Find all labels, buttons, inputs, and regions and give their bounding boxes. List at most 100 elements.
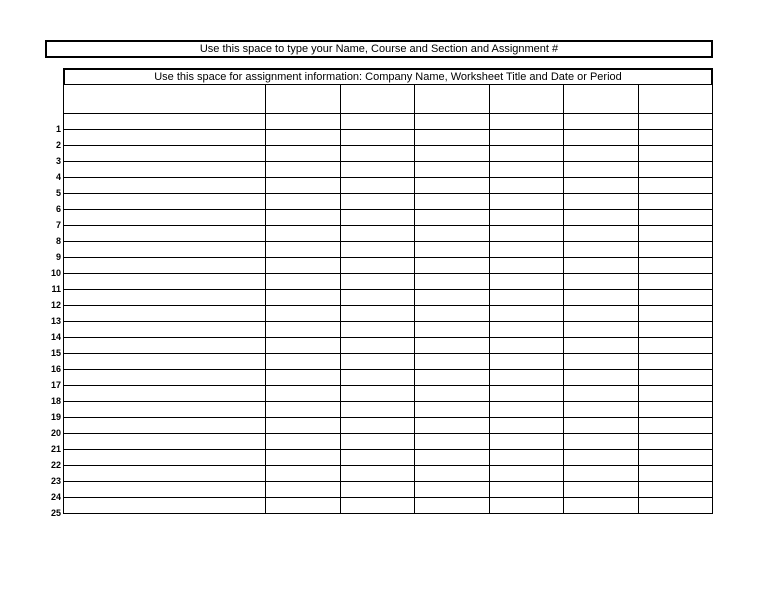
grid-cell[interactable] [489, 466, 563, 482]
grid-cell[interactable] [415, 226, 489, 242]
grid-cell[interactable] [340, 418, 414, 434]
grid-cell[interactable] [340, 242, 414, 258]
grid-cell[interactable] [489, 258, 563, 274]
grid-cell[interactable] [340, 162, 414, 178]
grid-cell[interactable] [638, 242, 712, 258]
grid-cell[interactable] [489, 386, 563, 402]
grid-cell[interactable] [638, 210, 712, 226]
grid-cell[interactable] [489, 242, 563, 258]
grid-cell[interactable] [340, 130, 414, 146]
grid-cell[interactable] [415, 162, 489, 178]
grid-cell[interactable] [266, 146, 340, 162]
grid-cell[interactable] [415, 354, 489, 370]
grid-cell[interactable] [266, 370, 340, 386]
grid-cell[interactable] [489, 146, 563, 162]
grid-cell[interactable] [638, 274, 712, 290]
grid-cell[interactable]: 6 [64, 194, 266, 210]
grid-cell[interactable] [266, 226, 340, 242]
grid-cell[interactable] [340, 178, 414, 194]
grid-cell[interactable] [266, 194, 340, 210]
grid-cell[interactable] [415, 370, 489, 386]
grid-cell[interactable]: 22 [64, 450, 266, 466]
grid-cell[interactable] [266, 418, 340, 434]
grid-cell[interactable] [415, 466, 489, 482]
assignment-info-header[interactable]: Use this space for assignment informatio… [63, 68, 713, 84]
grid-cell[interactable]: 18 [64, 386, 266, 402]
grid-cell[interactable] [638, 306, 712, 322]
grid-cell[interactable] [266, 434, 340, 450]
grid-cell[interactable] [489, 482, 563, 498]
grid-cell[interactable] [489, 306, 563, 322]
grid-cell[interactable]: 11 [64, 274, 266, 290]
grid-cell[interactable]: 9 [64, 242, 266, 258]
grid-cell[interactable] [564, 162, 638, 178]
column-header-cell[interactable] [266, 85, 340, 114]
grid-cell[interactable] [340, 482, 414, 498]
grid-cell[interactable] [415, 194, 489, 210]
grid-cell[interactable] [638, 146, 712, 162]
grid-cell[interactable] [564, 466, 638, 482]
grid-cell[interactable] [489, 210, 563, 226]
grid-cell[interactable] [489, 178, 563, 194]
grid-cell[interactable] [266, 162, 340, 178]
grid-cell[interactable] [638, 162, 712, 178]
grid-cell[interactable] [415, 434, 489, 450]
grid-cell[interactable] [638, 466, 712, 482]
grid-cell[interactable] [638, 498, 712, 514]
grid-cell[interactable] [266, 242, 340, 258]
grid-cell[interactable] [638, 354, 712, 370]
grid-cell[interactable] [415, 306, 489, 322]
grid-cell[interactable] [415, 290, 489, 306]
grid-cell[interactable] [266, 466, 340, 482]
grid-cell[interactable] [564, 322, 638, 338]
grid-cell[interactable] [266, 130, 340, 146]
grid-cell[interactable] [564, 130, 638, 146]
grid-cell[interactable] [266, 338, 340, 354]
grid-cell[interactable] [638, 482, 712, 498]
grid-cell[interactable] [266, 482, 340, 498]
grid-cell[interactable] [489, 354, 563, 370]
grid-cell[interactable] [564, 114, 638, 130]
grid-cell[interactable] [638, 402, 712, 418]
grid-cell[interactable] [266, 258, 340, 274]
grid-cell[interactable] [489, 402, 563, 418]
grid-cell[interactable] [415, 402, 489, 418]
grid-cell[interactable] [266, 178, 340, 194]
grid-cell[interactable] [564, 226, 638, 242]
grid-cell[interactable] [564, 258, 638, 274]
grid-cell[interactable] [638, 434, 712, 450]
grid-cell[interactable] [340, 258, 414, 274]
grid-cell[interactable]: 17 [64, 370, 266, 386]
grid-cell[interactable] [564, 338, 638, 354]
grid-cell[interactable]: 23 [64, 466, 266, 482]
grid-cell[interactable]: 25 [64, 498, 266, 514]
grid-cell[interactable] [266, 386, 340, 402]
grid-cell[interactable]: 15 [64, 338, 266, 354]
grid-cell[interactable] [340, 354, 414, 370]
grid-cell[interactable] [638, 130, 712, 146]
grid-cell[interactable] [638, 114, 712, 130]
grid-cell[interactable] [415, 242, 489, 258]
grid-cell[interactable] [266, 498, 340, 514]
grid-cell[interactable]: 20 [64, 418, 266, 434]
grid-cell[interactable] [340, 466, 414, 482]
grid-cell[interactable]: 2 [64, 130, 266, 146]
grid-cell[interactable] [340, 274, 414, 290]
grid-cell[interactable] [340, 194, 414, 210]
grid-cell[interactable] [564, 434, 638, 450]
grid-cell[interactable] [340, 402, 414, 418]
grid-cell[interactable] [564, 370, 638, 386]
grid-cell[interactable] [489, 114, 563, 130]
column-header-cell[interactable] [64, 85, 266, 114]
grid-cell[interactable] [266, 402, 340, 418]
grid-cell[interactable] [564, 242, 638, 258]
grid-cell[interactable] [415, 258, 489, 274]
grid-cell[interactable] [340, 322, 414, 338]
grid-cell[interactable] [564, 418, 638, 434]
grid-cell[interactable] [415, 482, 489, 498]
grid-cell[interactable] [638, 322, 712, 338]
grid-cell[interactable] [489, 274, 563, 290]
grid-cell[interactable]: 8 [64, 226, 266, 242]
column-header-cell[interactable] [638, 85, 712, 114]
grid-cell[interactable] [489, 290, 563, 306]
